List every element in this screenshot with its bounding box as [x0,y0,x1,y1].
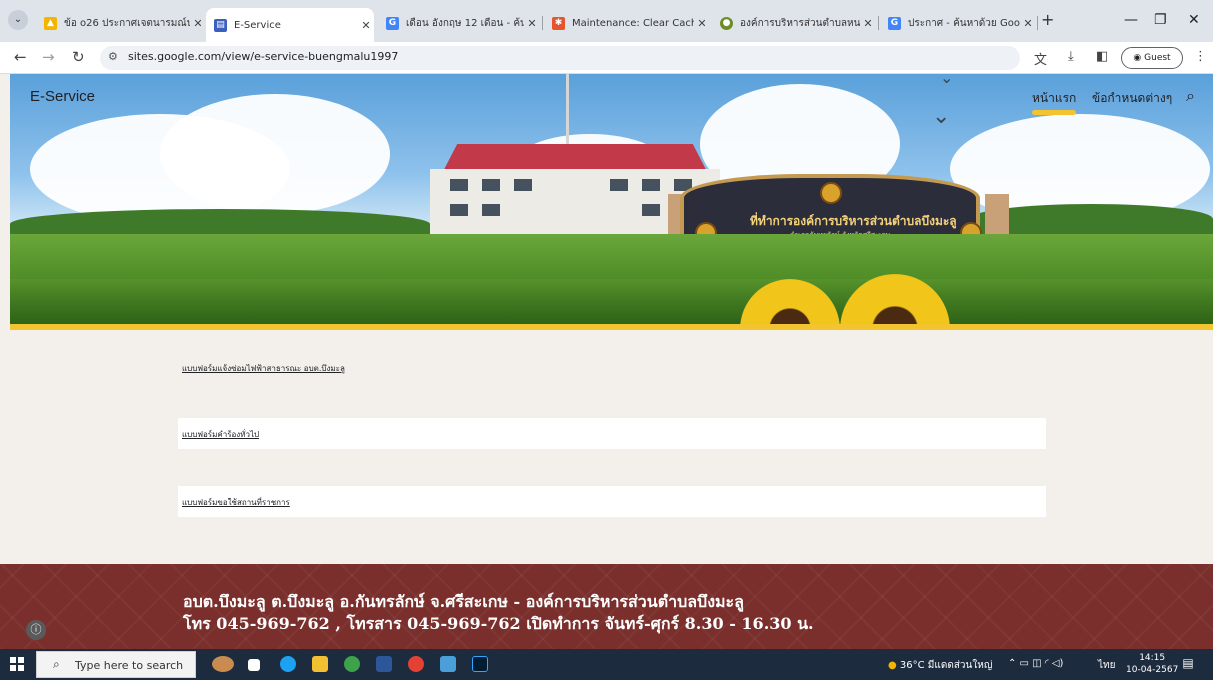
close-window-icon[interactable]: ✕ [1188,12,1200,28]
restore-icon[interactable]: ❐ [1154,12,1167,28]
profile-button[interactable]: ◉ Guest [1121,47,1183,69]
tab-search-chevron-icon[interactable]: ⌄ [8,10,28,30]
task-view-icon[interactable] [248,659,260,671]
tab-joomla-maintenance[interactable]: ✱ Maintenance: Clear Cache (S ✕ [544,12,710,34]
reload-icon[interactable]: ↻ [72,48,85,66]
info-icon[interactable]: ⓘ [26,620,46,640]
building-window [450,204,468,216]
nav-active-indicator [1032,110,1076,115]
minimize-icon[interactable]: — [1124,12,1138,28]
nav-home[interactable]: หน้าแรก [1032,89,1076,108]
tab-google-prakat[interactable]: G ประกาศ - ค้นหาด้วย Google ✕ [880,12,1036,34]
grass-foreground [10,279,1213,324]
taskbar-clock[interactable]: 14:15 10-04-2567 [1126,652,1178,676]
notification-icon[interactable]: ▤ [1180,656,1196,672]
weather-widget[interactable]: ● 36°C มีแดดส่วนใหญ่ [888,658,992,673]
joomla-icon: ✱ [552,16,565,30]
hero-banner: ที่ทำการองค์การบริหารส่วนตำบลบึงมะลู อำเ… [10,74,1213,324]
photoshop-icon[interactable] [472,656,488,672]
tab-google-months[interactable]: G เดือน อังกฤษ 12 เดือน - ค้นหาด้ ✕ [378,12,540,34]
download-icon[interactable]: ⤓ [1068,49,1074,64]
tab-close-icon[interactable]: ✕ [1020,17,1036,30]
cloud [160,94,390,214]
building-window [482,204,500,216]
profile-icon: ◉ [1133,53,1142,63]
menu-kebab-icon[interactable]: ⋮ [1194,49,1207,64]
chrome-icon[interactable] [408,656,424,672]
nav-regulations[interactable]: ข้อกำหนดต่างๆ [1092,89,1172,108]
building-window [610,179,628,191]
forms-section: แบบฟอร์มแจ้งซ่อมไฟฟ้าสาธารณะ อบต.บึงมะลู… [0,330,1213,564]
google-icon: G [888,16,901,30]
sites-icon: ▤ [214,18,227,32]
utorrent-icon[interactable] [344,656,360,672]
tray-icons[interactable]: ⌃ ▭ ◫ ◜ ◁) [1008,658,1063,669]
translate-icon[interactable]: 文 [1034,49,1047,68]
building-window [642,179,660,191]
widgets-owl-icon[interactable] [212,656,234,672]
tab-e-service[interactable]: ▤ E-Service ✕ [206,8,374,42]
tab-separator [878,16,879,30]
tab-close-icon[interactable]: ✕ [524,17,540,30]
tab-close-icon[interactable]: ✕ [694,17,710,30]
tab-close-icon[interactable]: ✕ [860,17,876,30]
bird-icon: ⌄ [932,104,951,129]
site-settings-icon[interactable]: ⚙ [108,50,118,63]
url-text: sites.google.com/view/e-service-buengmal… [128,50,399,63]
browser-tab-strip: ⌄ ▲ ข้อ o26 ประกาศเจตนารมณ์นโยบ ✕ ▤ E-Se… [0,0,1213,42]
tab-close-icon[interactable]: ✕ [358,19,374,32]
search-icon: ⌕ [53,657,60,671]
site-footer: อบต.บึงมะลู ต.บึงมะลู อ.กันทรลักษ์ จ.ศรี… [0,564,1213,649]
drive-icon: ▲ [44,16,57,30]
footer-contact: โทร 045-969-762 , โทรสาร 045-969-762 เปิ… [183,614,814,633]
new-tab-plus-icon[interactable]: + [1041,10,1054,29]
office-sign-text: ที่ทำการองค์การบริหารส่วนตำบลบึงมะลู [750,214,957,228]
sun-icon: ● [888,660,897,671]
building-window [482,179,500,191]
tab-drive-document[interactable]: ▲ ข้อ o26 ประกาศเจตนารมณ์นโยบ ✕ [36,12,206,34]
building-window [450,179,468,191]
search-icon[interactable]: ⌕ [1186,86,1195,106]
address-bar[interactable]: ⚙ sites.google.com/view/e-service-buengm… [100,46,1020,70]
browser-toolbar: ← → ↻ ⚙ sites.google.com/view/e-service-… [0,42,1213,74]
building-window [514,179,532,191]
form-card-venue-request: แบบฟอร์มขอใช้สถานที่ราชการ [178,486,1046,517]
word-icon[interactable] [376,656,392,672]
taskbar-search-placeholder: Type here to search [75,659,184,672]
app-icon[interactable] [440,656,456,672]
building-window [642,204,660,216]
form-card-general-request: แบบฟอร์มคำร้องทั่วไป [178,418,1046,449]
input-language[interactable]: ไทย [1098,658,1115,673]
form-link-streetlight-repair[interactable]: แบบฟอร์มแจ้งซ่อมไฟฟ้าสาธารณะ อบต.บึงมะลู [182,362,345,375]
form-link-venue-request[interactable]: แบบฟอร์มขอใช้สถานที่ราชการ [182,496,290,509]
windows-taskbar: ⌕ Type here to search ● 36°C มีแดดส่วนให… [0,649,1213,680]
tab-close-icon[interactable]: ✕ [190,17,206,30]
bird-icon: ⌄ [940,74,954,87]
tab-sao-site[interactable]: ● องค์การบริหารส่วนตำบลหนอง ✕ [712,12,876,34]
file-explorer-icon[interactable] [312,656,328,672]
taskbar-search-box[interactable]: ⌕ Type here to search [36,651,196,678]
back-arrow-icon[interactable]: ← [14,48,27,66]
tab-separator [542,16,543,30]
tab-separator [1037,16,1038,30]
form-link-general-request[interactable]: แบบฟอร์มคำร้องทั่วไป [182,428,259,441]
windows-start-icon[interactable] [10,657,24,671]
emblem-seal-icon [820,182,842,204]
side-panel-icon[interactable]: ◧ [1096,49,1108,64]
forward-arrow-icon[interactable]: → [42,48,55,66]
site-title[interactable]: E-Service [30,88,95,105]
google-icon: G [386,16,399,30]
edge-icon[interactable] [280,656,296,672]
seal-icon: ● [720,16,733,30]
